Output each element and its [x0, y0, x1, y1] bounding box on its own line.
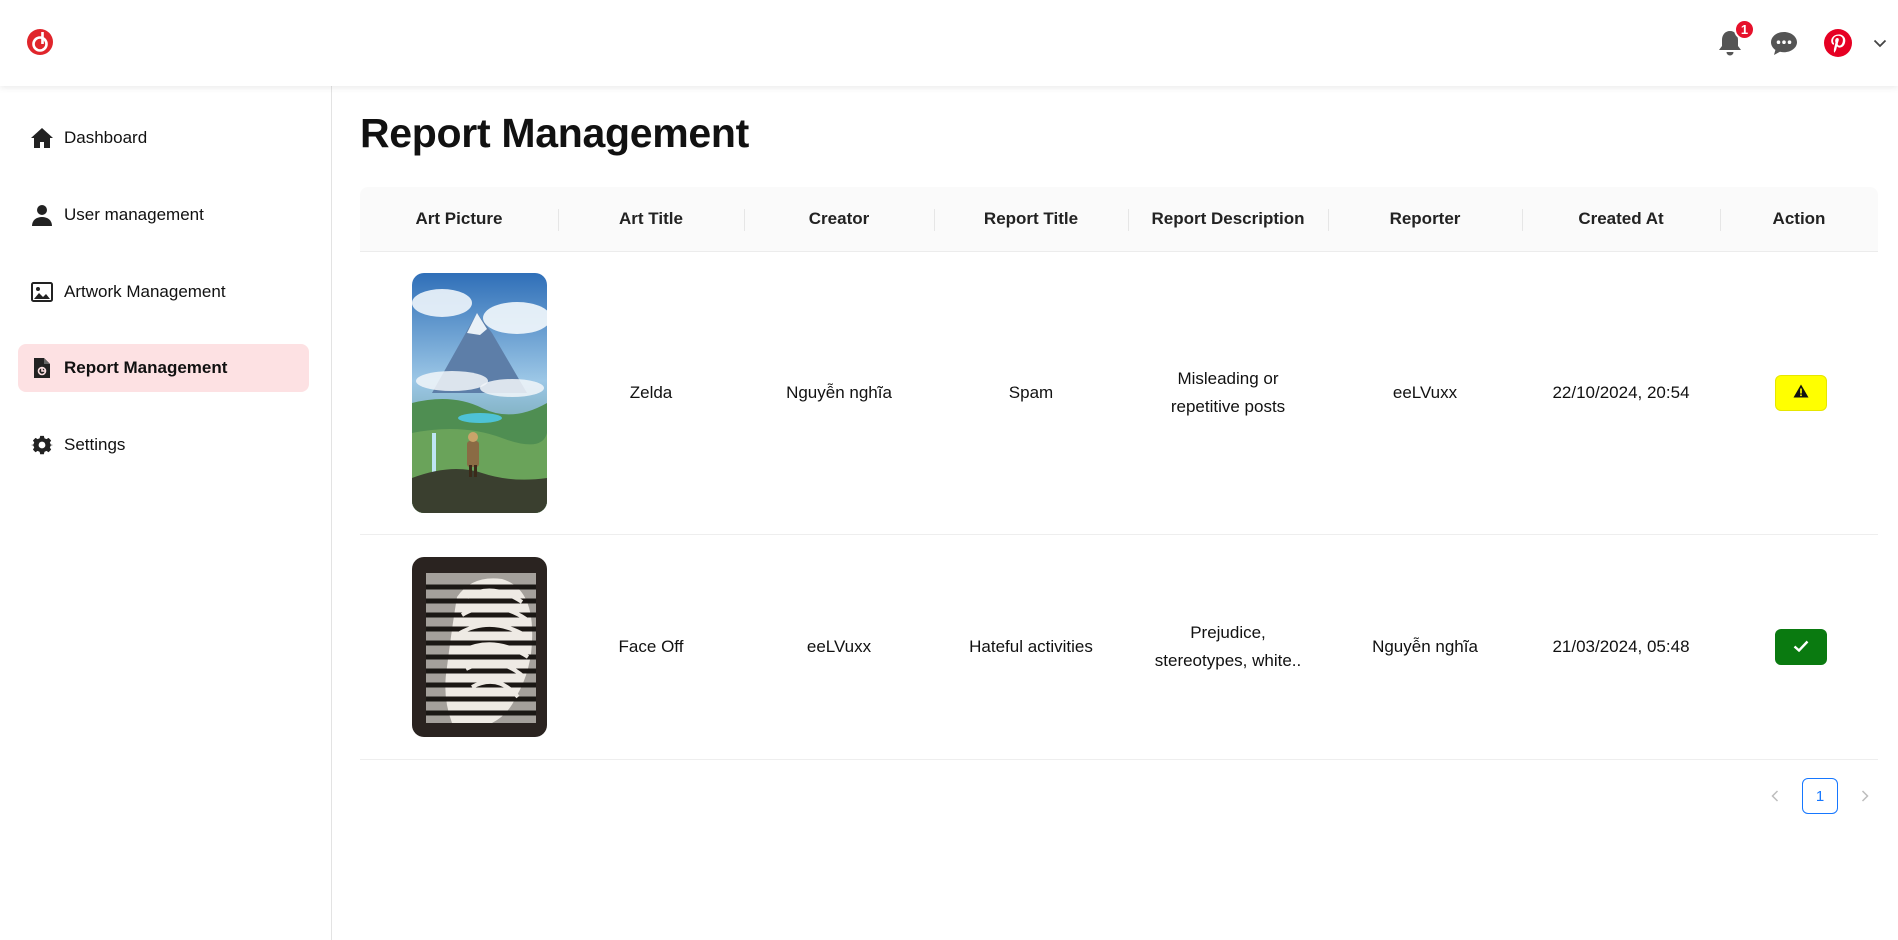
- previous-page-button[interactable]: [1757, 778, 1793, 814]
- pinterest-avatar-icon[interactable]: [1822, 27, 1854, 59]
- art-picture-cell: [360, 252, 558, 534]
- reporter-cell: Nguyễn nghĩa: [1372, 637, 1478, 656]
- report-icon: [28, 354, 56, 382]
- chevron-down-icon[interactable]: [1870, 27, 1890, 59]
- next-page-button[interactable]: [1847, 778, 1883, 814]
- action-cell: [1720, 252, 1878, 534]
- chat-bubble-icon[interactable]: [1768, 27, 1800, 59]
- home-icon: [28, 124, 56, 152]
- warning-icon: [1793, 379, 1809, 407]
- action-cell: [1720, 535, 1878, 759]
- art-title-cell: Zelda: [629, 383, 673, 402]
- sidebar-item-label: Report Management: [64, 358, 228, 377]
- column-header: Report Title: [934, 187, 1128, 251]
- notification-badge: 1: [1734, 19, 1755, 40]
- table-row: Zelda Nguyễn nghĩa Spam Misleading or re…: [360, 252, 1878, 535]
- sidebar-item-user-management[interactable]: User management: [18, 191, 309, 239]
- sidebar: Dashboard User management Artwork Manage…: [0, 86, 332, 940]
- sidebar-item-report-management[interactable]: Report Management: [18, 344, 309, 392]
- creator-cell: eeLVuxx: [806, 637, 872, 656]
- art-thumbnail-face-off[interactable]: [411, 557, 547, 737]
- column-header: Report Description: [1128, 187, 1328, 251]
- created-at-cell: 21/03/2024, 05:48: [1552, 637, 1690, 656]
- art-title-cell: Face Off: [618, 637, 684, 656]
- art-thumbnail-zelda[interactable]: [411, 273, 547, 513]
- gear-icon: [28, 431, 56, 459]
- page-title: Report Management: [360, 110, 750, 156]
- column-header: Created At: [1522, 187, 1720, 251]
- user-icon: [28, 201, 56, 229]
- sidebar-item-label: Settings: [64, 435, 126, 454]
- sidebar-item-label: Artwork Management: [64, 282, 226, 301]
- resolved-check-button[interactable]: [1775, 629, 1827, 665]
- report-description-cell: Misleading or repetitive posts: [1170, 369, 1286, 416]
- image-icon: [28, 278, 56, 306]
- table-row: Face Off eeLVuxx Hateful activities Prej…: [360, 535, 1878, 760]
- page-number-button[interactable]: 1: [1802, 778, 1838, 814]
- flag-warning-button[interactable]: [1775, 375, 1827, 411]
- sidebar-item-dashboard[interactable]: Dashboard: [18, 114, 309, 162]
- column-header: Creator: [744, 187, 934, 251]
- chevron-left-icon: [1771, 790, 1779, 802]
- column-header: Action: [1720, 187, 1878, 251]
- sidebar-item-artwork-management[interactable]: Artwork Management: [18, 268, 309, 316]
- sidebar-item-settings[interactable]: Settings: [18, 421, 309, 469]
- column-header: Art Title: [558, 187, 744, 251]
- reporter-cell: eeLVuxx: [1392, 383, 1458, 402]
- brand-logo-icon[interactable]: [26, 28, 54, 56]
- report-title-cell: Hateful activities: [969, 637, 1093, 656]
- created-at-cell: 22/10/2024, 20:54: [1552, 383, 1690, 402]
- creator-cell: Nguyễn nghĩa: [786, 383, 892, 402]
- chevron-right-icon: [1861, 790, 1869, 802]
- table-header: Art Picture Art Title Creator Report Tit…: [360, 187, 1878, 252]
- column-header: Art Picture: [415, 209, 503, 228]
- report-description-cell: Prejudice, stereotypes, white..: [1154, 623, 1302, 670]
- sidebar-item-label: Dashboard: [64, 128, 148, 147]
- bell-icon[interactable]: 1: [1714, 19, 1755, 59]
- art-picture-cell: [360, 535, 558, 759]
- column-header: Reporter: [1328, 187, 1522, 251]
- top-bar: 1: [0, 0, 1898, 86]
- main-content: Report Management Art Picture Art Title …: [333, 86, 1898, 940]
- check-icon: [1793, 633, 1809, 661]
- reports-table: Art Picture Art Title Creator Report Tit…: [360, 187, 1878, 760]
- sidebar-item-label: User management: [64, 205, 204, 224]
- report-title-cell: Spam: [1008, 383, 1054, 402]
